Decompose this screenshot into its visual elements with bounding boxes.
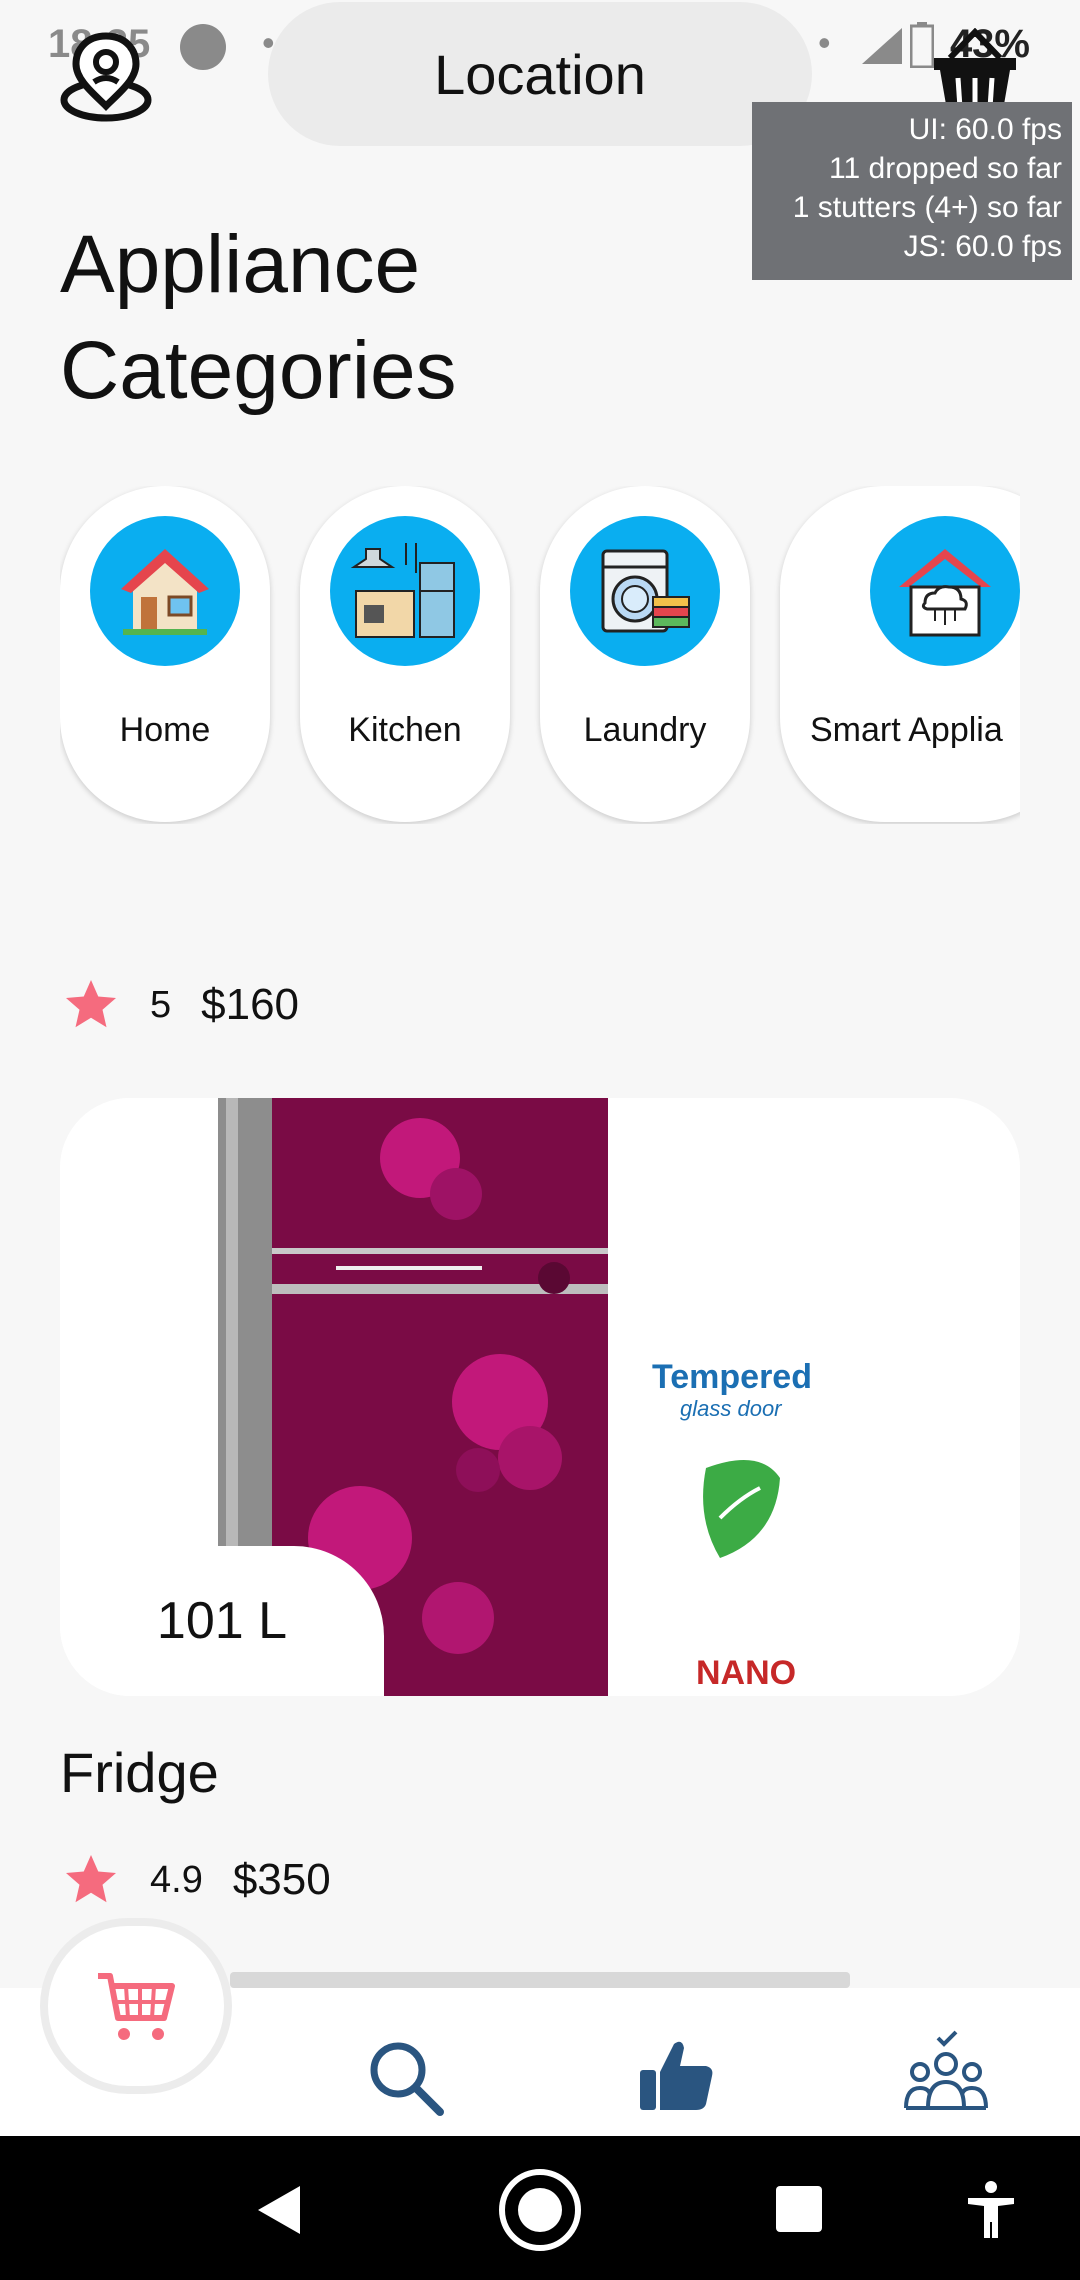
- star-icon: [66, 980, 116, 1028]
- tempered-text: Tempered: [652, 1358, 812, 1396]
- home-nav-icon[interactable]: [496, 2166, 584, 2254]
- product-card[interactable]: Tempered glass door NANO 101 L: [60, 1098, 1020, 1696]
- category-home[interactable]: Home: [60, 486, 270, 822]
- capacity-value: 101 L: [156, 1592, 288, 1650]
- cart-icon: [98, 1973, 175, 2040]
- next-product-card[interactable]: [230, 1972, 850, 1988]
- category-kitchen[interactable]: Kitchen: [300, 486, 510, 822]
- star-icon: [66, 1855, 116, 1903]
- price: $160: [201, 980, 300, 1029]
- item-rating-row: 5 $160: [60, 970, 299, 1040]
- community-icon[interactable]: [904, 2028, 988, 2114]
- location-pin-icon[interactable]: [58, 30, 154, 122]
- product-name[interactable]: Fridge: [60, 1740, 219, 1805]
- rating-value: 4.9: [150, 1858, 203, 1901]
- category-laundry[interactable]: Laundry: [540, 486, 750, 822]
- fps-ui: UI: 60.0 fps: [908, 113, 1062, 146]
- category-label: Smart Applia: [810, 711, 1003, 749]
- smart-home-icon: [870, 516, 1020, 666]
- category-label: Laundry: [583, 711, 707, 749]
- page-title: Appliance Categories: [60, 219, 457, 416]
- back-icon[interactable]: [256, 2184, 302, 2236]
- glass-door-text: glass door: [680, 1396, 783, 1421]
- home-icon: [90, 516, 240, 666]
- capacity-badge: 101 L: [60, 1546, 384, 1696]
- signal-icon: [862, 28, 902, 64]
- app-notification-icon: [180, 24, 226, 70]
- notification-dot-icon: •: [818, 22, 831, 63]
- fps-dropped: 11 dropped so far: [829, 152, 1062, 185]
- accessibility-icon[interactable]: [966, 2180, 1016, 2240]
- category-label: Home: [119, 711, 211, 749]
- category-list: Home Kitchen Laundry Smart Applia: [60, 486, 1020, 824]
- category-smart-appliances[interactable]: Smart Applia: [780, 486, 1020, 822]
- location-label: Location: [434, 42, 646, 106]
- fps-js: JS: 60.0 fps: [903, 230, 1062, 263]
- recents-icon[interactable]: [776, 2186, 822, 2232]
- price: $350: [232, 1855, 331, 1904]
- fps-stutters: 1 stutters (4+) so far: [792, 191, 1062, 224]
- search-icon[interactable]: [366, 2038, 446, 2118]
- location-button[interactable]: Location: [268, 2, 812, 146]
- product-rating-row: 4.9 $350: [60, 1845, 331, 1915]
- nano-text: NANO: [696, 1654, 796, 1692]
- kitchen-icon: [330, 516, 480, 666]
- washing-machine-icon: [570, 516, 720, 666]
- thumbs-up-icon[interactable]: [636, 2034, 716, 2114]
- category-label: Kitchen: [348, 711, 462, 749]
- cart-button[interactable]: [48, 1926, 224, 2086]
- system-nav-bar: [0, 2136, 1080, 2280]
- rating-value: 5: [150, 983, 172, 1026]
- fps-overlay: UI: 60.0 fps 11 dropped so far 1 stutter…: [752, 102, 1072, 280]
